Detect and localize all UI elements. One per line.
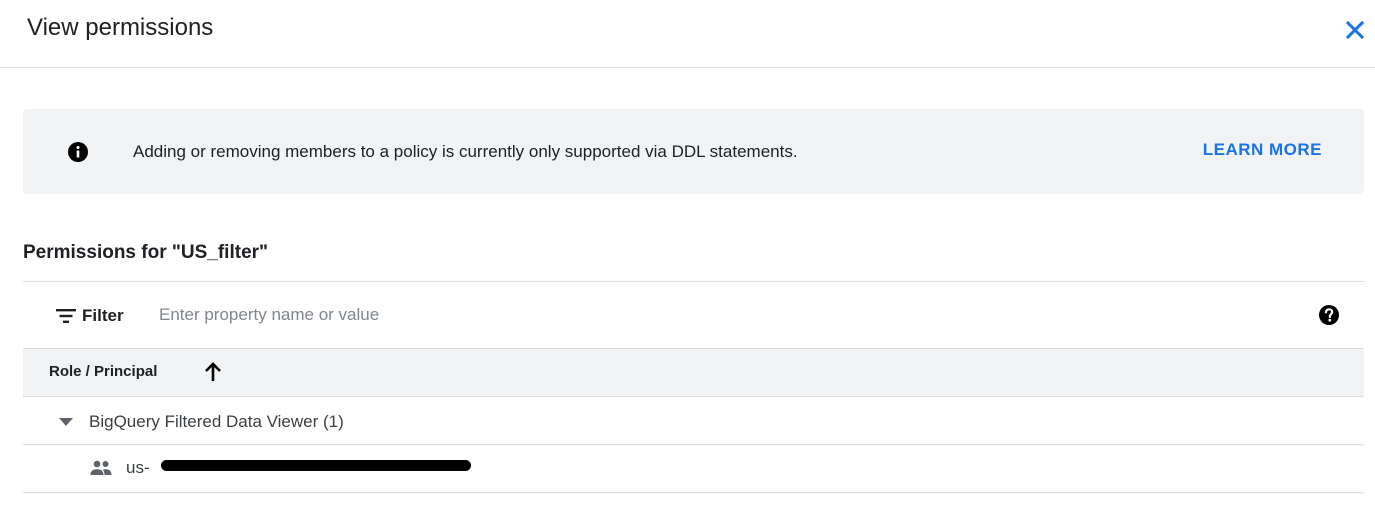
filter-bar: Filter xyxy=(23,281,1364,349)
info-banner: Adding or removing members to a policy i… xyxy=(23,109,1364,194)
permissions-title: Permissions for "US_filter" xyxy=(23,242,269,263)
member-row: us- xyxy=(23,445,1364,493)
table-header-row: Role / Principal xyxy=(23,349,1364,397)
dialog-header: View permissions xyxy=(0,0,1375,68)
info-icon xyxy=(68,142,88,162)
member-email: us- xyxy=(126,458,150,477)
triangle-down-icon[interactable] xyxy=(59,417,73,427)
role-group-row[interactable]: BigQuery Filtered Data Viewer (1) xyxy=(23,397,1364,445)
redaction-mark xyxy=(161,460,471,471)
learn-more-link[interactable]: LEARN MORE xyxy=(1203,139,1322,161)
dialog-title: View permissions xyxy=(27,14,214,41)
help-icon[interactable] xyxy=(1318,304,1340,326)
banner-message: Adding or removing members to a policy i… xyxy=(133,142,798,161)
arrow-up-icon[interactable] xyxy=(202,360,224,384)
permissions-table: Filter Role / Principal BigQuery Filtere… xyxy=(23,281,1364,493)
filter-label: Filter xyxy=(82,306,124,325)
filter-input[interactable] xyxy=(159,300,1259,330)
group-icon xyxy=(90,460,112,475)
close-button[interactable] xyxy=(1340,15,1370,45)
column-header-role-principal[interactable]: Role / Principal xyxy=(49,362,157,382)
close-icon[interactable] xyxy=(1340,15,1370,45)
filter-icon xyxy=(56,309,76,323)
role-group-label: BigQuery Filtered Data Viewer (1) xyxy=(89,412,344,431)
